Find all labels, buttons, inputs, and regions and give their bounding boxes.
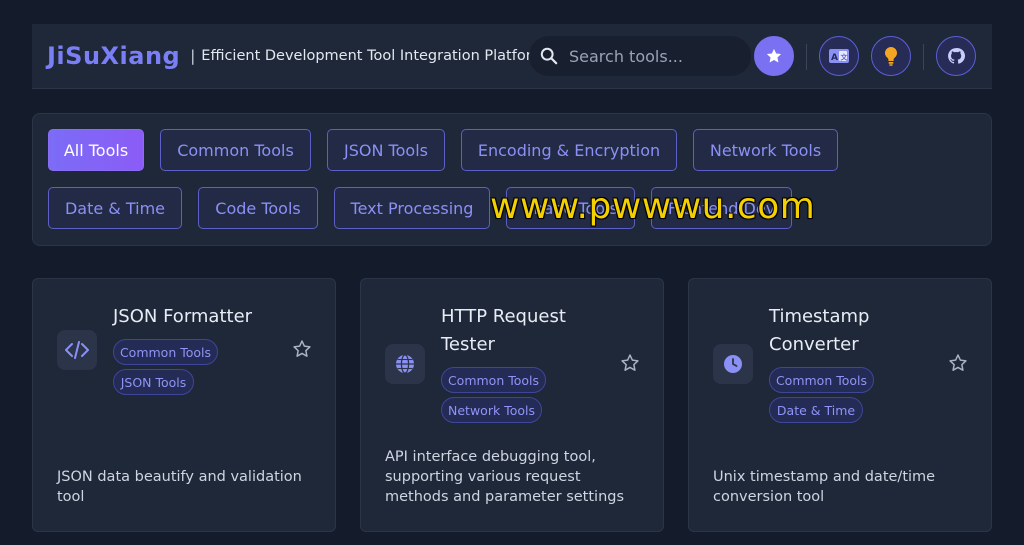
filter-text-processing[interactable]: Text Processing [334,187,490,229]
github-button[interactable] [936,36,976,76]
tool-icon-box [713,344,753,384]
header-divider [806,44,807,70]
language-button[interactable]: A 文 [819,36,859,76]
tool-icon-box [385,344,425,384]
tool-title: HTTP Request Tester [441,306,566,355]
tool-tag: Date & Time [769,397,863,423]
filter-code-tools[interactable]: Code Tools [198,187,318,229]
tool-title: JSON Formatter [113,306,253,327]
filter-all-tools[interactable]: All Tools [48,129,144,171]
favorites-button[interactable] [754,36,794,76]
lightbulb-icon [885,47,897,66]
filter-json-tools[interactable]: JSON Tools [327,129,445,171]
filter-network-tools[interactable]: Network Tools [693,129,838,171]
brand-separator: | [190,47,196,65]
github-icon [948,48,965,64]
tool-tag: JSON Tools [113,369,194,395]
code-icon [65,341,89,359]
search-icon [540,47,558,65]
brand-logo[interactable]: JiSuXiang [47,42,180,70]
svg-text:文: 文 [841,53,849,62]
tool-tag: Common Tools [769,367,874,393]
tool-description: API interface debugging tool, supporting… [385,449,625,505]
tool-card-timestamp-converter[interactable]: Timestamp Converter Common Tools Date & … [688,278,992,532]
language-icon: A 文 [829,49,849,63]
filter-common-tools[interactable]: Common Tools [160,129,311,171]
svg-text:A: A [831,53,838,63]
tool-description: JSON data beautify and validation tool [57,469,302,505]
globe-icon [396,354,414,374]
tool-tag: Common Tools [441,367,546,393]
tool-icon-box [57,330,97,370]
theme-toggle-button[interactable] [871,36,911,76]
header-divider [923,44,924,70]
tool-description: Unix timestamp and date/time conversion … [713,469,936,505]
favorite-star-icon[interactable] [620,353,640,373]
brand-tagline: Efficient Development Tool Integration P… [201,48,546,64]
clock-icon [724,355,742,373]
star-filled-icon [766,48,782,63]
search-input[interactable] [569,36,744,76]
tool-tag: Common Tools [113,339,218,365]
search-box[interactable] [529,36,751,76]
filter-encoding-encryption[interactable]: Encoding & Encryption [461,129,677,171]
favorite-star-icon[interactable] [948,353,968,373]
tool-card-http-request-tester[interactable]: HTTP Request Tester Common Tools Network… [360,278,664,532]
filter-date-time[interactable]: Date & Time [48,187,182,229]
tool-card-json-formatter[interactable]: JSON Formatter Common Tools JSON Tools J… [32,278,336,532]
favorite-star-icon[interactable] [292,339,312,359]
tool-title: Timestamp Converter [769,306,870,355]
tool-tag: Network Tools [441,397,542,423]
watermark-text: www.pwwwu.com [490,186,816,227]
app-header: JiSuXiang | Efficient Development Tool I… [32,24,992,89]
